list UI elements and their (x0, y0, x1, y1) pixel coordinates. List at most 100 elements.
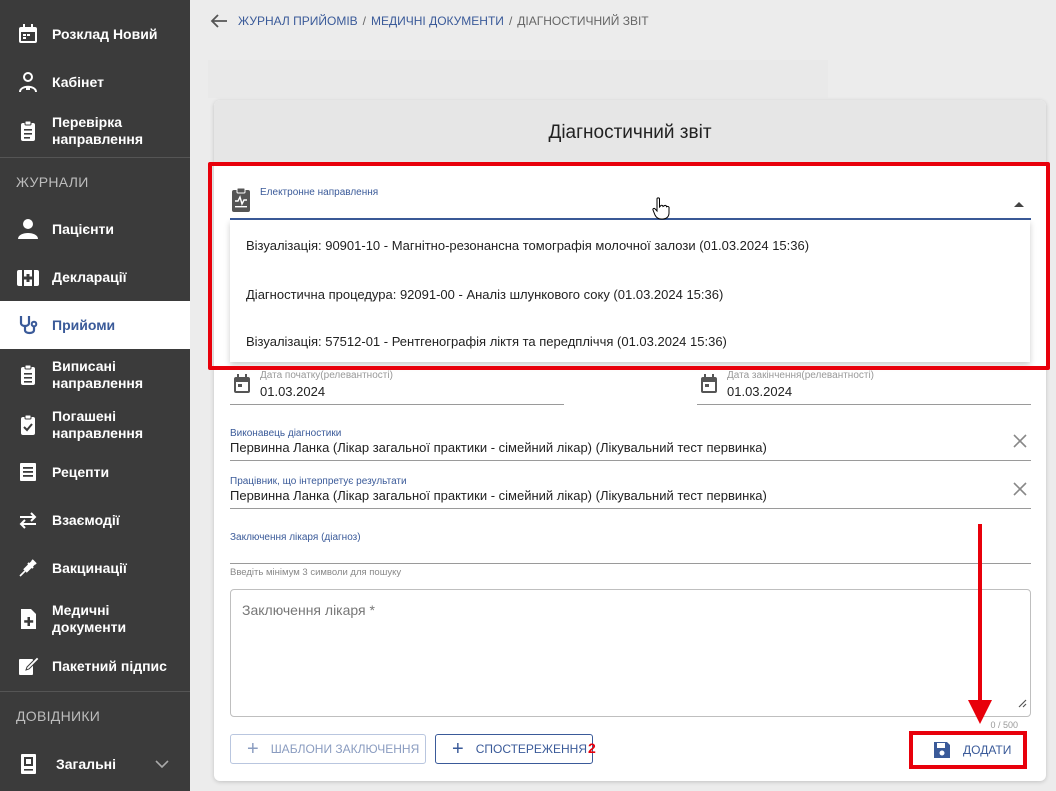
add-button[interactable]: ДОДАТИ (917, 735, 1017, 765)
interpreter-label: Працівник, що інтерпретує результати (230, 476, 407, 487)
interpreter-field[interactable]: Працівник, що інтерпретує результати Пер… (230, 476, 1031, 509)
sidebar-item-redeemed-referrals[interactable]: Погашені направлення (0, 404, 190, 446)
calendar-icon (700, 374, 718, 399)
sidebar-item-batch-sign[interactable]: Пакетний підпис (0, 646, 190, 686)
clipboard-pulse-icon (230, 187, 252, 218)
diagnosis-search-field[interactable]: Заключення лікаря (діагноз) Введіть міні… (230, 532, 1031, 580)
performer-value: Первинна Ланка (Лікар загальної практики… (230, 440, 767, 455)
clipboard-check-icon (16, 413, 40, 437)
calendar-icon (233, 374, 251, 399)
sidebar-item-label: Кабінет (52, 73, 104, 90)
start-date-value: 01.03.2024 (260, 384, 326, 399)
section-journals: ЖУРНАЛИ (16, 174, 89, 190)
page-title: Діагностичний звіт (548, 122, 712, 143)
medical-kit-icon (16, 265, 40, 289)
person-icon (16, 217, 40, 241)
sidebar-item-label: Загальні (56, 755, 117, 772)
end-date-field[interactable]: Дата закінчення(релевантності) 01.03.202… (697, 370, 1031, 406)
interpreter-value: Первинна Ланка (Лікар загальної практики… (230, 488, 767, 503)
clipboard-icon (16, 119, 40, 143)
sidebar-item-cabinet[interactable]: Кабінет (0, 62, 190, 102)
sidebar-item-prescriptions[interactable]: Рецепти (0, 452, 190, 492)
field-underline (230, 508, 1031, 509)
conclusion-templates-button[interactable]: + ШАБЛОНИ ЗАКЛЮЧЕННЯ (230, 734, 426, 764)
sidebar-item-general[interactable]: Загальні (0, 744, 190, 784)
breadcrumb-separator: / (508, 14, 513, 28)
observations-label: СПОСТЕРЕЖЕННЯ (475, 742, 588, 756)
diagnosis-label: Заключення лікаря (діагноз) (230, 532, 361, 543)
sidebar-item-vaccinations[interactable]: Вакцинації (0, 548, 190, 588)
end-date-value: 01.03.2024 (727, 384, 793, 399)
diagnosis-hint: Введіть мінімум 3 символи для пошуку (230, 567, 402, 578)
breadcrumb-separator: / (362, 14, 367, 28)
caret-up-icon[interactable] (1013, 195, 1025, 213)
hand-cursor-icon (652, 197, 670, 226)
divider (0, 157, 190, 158)
sidebar-item-interactions[interactable]: Взаємодії (0, 500, 190, 540)
doctor-icon (16, 70, 40, 94)
sidebar-item-label: Розклад Новий (52, 25, 158, 42)
referral-option[interactable]: Візуалізація: 57512-01 - Рентгенографія … (246, 334, 727, 349)
end-date-label: Дата закінчення(релевантності) (727, 370, 875, 381)
swap-icon (16, 508, 40, 532)
sidebar-item-label: Пакетний підпис (52, 657, 167, 674)
performer-field[interactable]: Виконавець діагностики Первинна Ланка (Л… (230, 428, 1031, 461)
referral-option[interactable]: Візуалізація: 90901-10 - Магнітно-резона… (246, 238, 809, 253)
divider (0, 691, 190, 692)
referral-label: Електронне направлення (260, 187, 379, 198)
sidebar-item-issued-referrals[interactable]: Виписані направлення (0, 354, 190, 396)
observations-button[interactable]: + СПОСТЕРЕЖЕННЯ (435, 734, 593, 764)
sidebar-item-label: Медичні документи (52, 602, 127, 635)
field-underline (230, 404, 564, 405)
sidebar-item-declarations[interactable]: Декларації (0, 257, 190, 297)
character-counter: 0 / 500 (990, 720, 1018, 730)
start-date-field[interactable]: Дата початку(релевантності) 01.03.2024 (230, 370, 564, 406)
background-panel (208, 60, 828, 98)
section-reference: ДОВІДНИКИ (16, 708, 101, 724)
save-icon (933, 741, 951, 759)
sidebar-item-label: Перевірка направлення (52, 114, 144, 147)
field-underline (230, 563, 1031, 564)
breadcrumb-link-journal[interactable]: ЖУРНАЛ ПРИЙОМІВ (238, 14, 358, 28)
sign-icon (16, 654, 40, 678)
sidebar-item-label: Взаємодії (52, 511, 120, 528)
field-underline (230, 460, 1031, 461)
field-underline (697, 404, 1031, 405)
annotation-number: 2 (588, 740, 596, 756)
book-icon (16, 752, 40, 776)
sidebar-item-schedule[interactable]: Розклад Новий (0, 14, 190, 54)
sidebar-item-patients[interactable]: Пацієнти (0, 209, 190, 249)
sidebar-item-label: Прийоми (52, 316, 116, 333)
calendar-icon (16, 22, 40, 46)
back-arrow-icon[interactable] (208, 10, 230, 32)
breadcrumb: ЖУРНАЛ ПРИЙОМІВ / МЕДИЧНІ ДОКУМЕНТИ / ДІ… (208, 10, 649, 32)
referral-option[interactable]: Діагностична процедура: 92091-00 - Аналі… (246, 287, 723, 302)
sidebar-item-label: Рецепти (52, 463, 110, 480)
conclusion-textarea[interactable]: Заключення лікаря * (230, 589, 1031, 717)
sidebar-item-label: Декларації (52, 268, 127, 285)
performer-label: Виконавець діагностики (230, 428, 342, 439)
sidebar-item-label: Пацієнти (52, 220, 114, 237)
conclusion-placeholder: Заключення лікаря * (242, 602, 375, 618)
resize-handle-icon[interactable] (1017, 695, 1027, 713)
clear-icon[interactable] (1011, 480, 1029, 498)
referral-dropdown-list: Візуалізація: 90901-10 - Магнітно-резона… (230, 220, 1030, 362)
clear-icon[interactable] (1011, 432, 1029, 450)
sidebar-item-label: Виписані направлення (52, 358, 144, 391)
clipboard-list-icon (16, 363, 40, 387)
sidebar-item-label: Вакцинації (52, 559, 127, 576)
sidebar-item-referral-check[interactable]: Перевірка направлення (0, 110, 190, 152)
chevron-down-icon[interactable] (154, 756, 170, 777)
card-header: Діагностичний звіт (214, 100, 1046, 166)
sidebar: Розклад Новий Кабінет Перевірка направле… (0, 0, 190, 791)
add-button-label: ДОДАТИ (963, 743, 1012, 757)
stethoscope-icon (16, 313, 40, 337)
plus-icon: + (452, 738, 464, 760)
sidebar-item-medical-documents[interactable]: Медичні документи (0, 598, 190, 640)
breadcrumb-link-medical-docs[interactable]: МЕДИЧНІ ДОКУМЕНТИ (371, 14, 504, 28)
plus-icon: + (247, 738, 259, 760)
file-plus-icon (16, 607, 40, 631)
sidebar-item-label: Погашені направлення (52, 408, 144, 441)
breadcrumb-current: ДІАГНОСТИЧНИЙ ЗВІТ (517, 14, 649, 28)
sidebar-item-appointments[interactable]: Прийоми (0, 301, 190, 349)
